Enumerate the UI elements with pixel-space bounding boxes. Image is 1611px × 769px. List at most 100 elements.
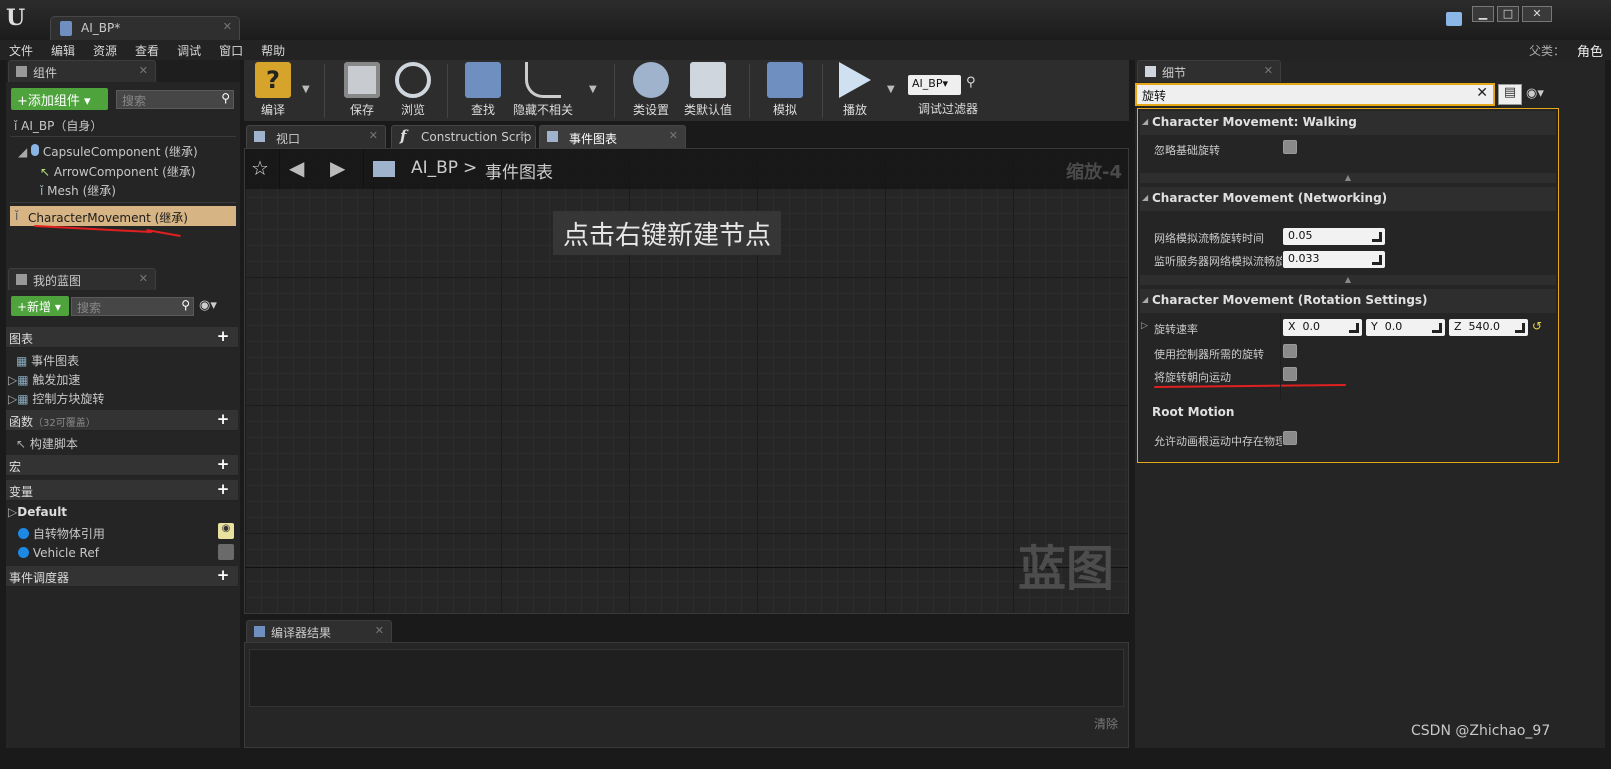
breadcrumb-root[interactable]: AI_BP [411,158,458,178]
component-arrow[interactable]: ↖ ArrowComponent (继承) [40,160,236,180]
tab-viewport[interactable]: 视口 ✕ [246,125,386,148]
visibility-closed-eye-icon[interactable] [218,544,234,560]
parent-class-value[interactable]: 角色 [1577,41,1603,60]
add-graph-icon[interactable]: + [216,329,230,344]
event-dispatchers-section-header[interactable]: 事件调度器 + [6,566,238,587]
save-button[interactable]: 保存 [339,62,385,118]
document-tab[interactable]: AI_BP* ✕ [50,16,240,40]
compile-button[interactable]: ? 编译 [248,62,298,118]
blueprint-search-input[interactable]: 搜索 ⚲ [71,297,194,316]
property-matrix-icon[interactable]: ▤ [1498,84,1522,105]
component-character-movement[interactable]: ǐ CharacterMovement (继承) [10,206,236,226]
expand-arrow-icon[interactable]: ◢ [18,145,27,159]
category-walking[interactable]: ◢ Character Movement: Walking [1140,111,1556,135]
maximize-button[interactable]: □ [1497,6,1519,22]
eye-view-options-icon[interactable]: ◉▾ [1526,86,1544,101]
event-graph-canvas[interactable]: ☆ ◀ ▶ AI_BP > 事件图表 缩放-4 点击右键新建节点 蓝图 [244,148,1129,614]
category-root-motion[interactable]: Root Motion [1140,401,1556,425]
variable-item[interactable]: 自转物体引用 ◉ [18,522,236,542]
input-rotation-y[interactable]: Y 0.0 [1366,319,1445,336]
reset-to-default-icon[interactable]: ↺ [1532,319,1542,333]
clear-button[interactable]: 清除 [1094,715,1118,732]
close-window-button[interactable]: ✕ [1522,6,1552,22]
components-search-input[interactable]: 搜索 ⚲ [116,90,234,109]
component-capsule[interactable]: ◢ CapsuleComponent (继承) [18,140,234,160]
tab-event-graph[interactable]: 事件图表 ✕ [539,125,686,148]
component-self[interactable]: ǐ AI_BP（自身） [14,114,234,134]
collapse-handle-icon[interactable]: ▲ [1140,275,1556,285]
variable-item[interactable]: Vehicle Ref [18,543,236,563]
menu-help[interactable]: 帮助 [252,40,294,59]
find-button[interactable]: 查找 [460,62,506,118]
component-mesh[interactable]: ǐ Mesh (继承) [40,179,236,199]
variables-section-header[interactable]: 变量 + [6,480,238,501]
tab-compiler-results[interactable]: 编译器结果 ✕ [246,620,392,642]
checkbox-orient-to-movement[interactable] [1283,367,1297,381]
close-icon[interactable]: ✕ [669,129,678,142]
variable-group-default[interactable]: ▷Default [8,502,236,522]
input-listen-smooth[interactable]: 0.033 [1283,251,1385,268]
checkbox-ignore-base-rotation[interactable] [1283,140,1297,154]
close-icon[interactable]: ✕ [223,20,232,33]
close-icon[interactable]: ✕ [519,129,528,142]
play-options-dropdown[interactable]: ▼ [887,84,895,95]
checkbox-root-motion-physics[interactable] [1283,431,1297,445]
hide-unrelated-dropdown[interactable]: ▼ [589,84,597,95]
close-icon[interactable]: ✕ [139,64,148,77]
collapse-handle-icon[interactable]: ▲ [1140,173,1556,183]
close-icon[interactable]: ✕ [139,272,148,285]
functions-section-header[interactable]: 函数（32可覆盖） + [6,410,238,431]
menu-file[interactable]: 文件 [0,40,42,59]
menu-asset[interactable]: 资源 [84,40,126,59]
tab-components[interactable]: 组件 ✕ [8,60,156,82]
add-component-button[interactable]: +添加组件 ▾ [11,88,108,110]
tab-construction-script[interactable]: f Construction Scrip ✕ [391,125,536,148]
class-settings-button[interactable]: 类设置 [626,62,676,118]
macros-section-header[interactable]: 宏 + [6,455,238,476]
input-rotation-x[interactable]: X 0.0 [1283,319,1362,336]
tab-details[interactable]: 细节 ✕ [1137,60,1281,82]
menu-view[interactable]: 查看 [126,40,168,59]
tab-my-blueprint[interactable]: 我的蓝图 ✕ [8,268,156,290]
graduation-cap-icon[interactable] [1446,12,1462,26]
graph-item[interactable]: ▦ 事件图表 [16,349,236,369]
forward-arrow-icon[interactable]: ▶ [330,156,345,180]
browse-button[interactable]: 浏览 [390,62,436,118]
menu-edit[interactable]: 编辑 [42,40,84,59]
input-net-smooth-time[interactable]: 0.05 [1283,228,1385,245]
function-item[interactable]: ↖ 构建脚本 [16,432,236,452]
eye-view-options-icon[interactable]: ◉▾ [199,298,217,313]
class-defaults-button[interactable]: 类默认值 [682,62,734,118]
graph-item[interactable]: ▷▦ 控制方块旋转 [8,387,236,407]
expand-arrow-icon[interactable]: ▷ [1141,321,1148,331]
add-macro-icon[interactable]: + [216,457,230,472]
favorite-star-icon[interactable]: ☆ [251,156,269,180]
close-icon[interactable]: ✕ [375,624,384,637]
debug-search-icon[interactable]: ⚲ [966,75,976,90]
back-arrow-icon[interactable]: ◀ [289,156,304,180]
close-icon[interactable]: ✕ [1264,64,1273,77]
add-variable-icon[interactable]: + [216,482,230,497]
expand-arrow-icon[interactable]: ▷ [8,505,17,519]
breadcrumb-leaf[interactable]: 事件图表 [485,158,553,183]
visibility-eye-icon[interactable]: ◉ [218,523,234,539]
minimize-button[interactable]: ▁ [1472,6,1494,22]
category-rotation-settings[interactable]: ◢ Character Movement (Rotation Settings) [1140,289,1556,313]
category-networking[interactable]: ◢ Character Movement (Networking) [1140,187,1556,211]
clear-search-icon[interactable]: ✕ [1476,85,1488,101]
expand-arrow-icon[interactable]: ▷ [8,373,17,387]
compile-options-dropdown[interactable]: ▼ [302,84,310,95]
hide-unrelated-button[interactable]: 隐藏不相关 [512,62,574,118]
graphs-section-header[interactable]: 图表 + [6,327,238,348]
graph-item[interactable]: ▷▦ 触发加速 [8,368,236,388]
compiler-log[interactable] [249,649,1124,707]
simulate-button[interactable]: 模拟 [762,62,808,118]
add-dispatcher-icon[interactable]: + [216,568,230,583]
add-function-icon[interactable]: + [216,412,230,427]
menu-window[interactable]: 窗口 [210,40,252,59]
debug-object-select[interactable]: AI_BP▾ [908,75,961,95]
add-new-button[interactable]: +新增 ▾ [11,296,69,316]
expand-arrow-icon[interactable]: ▷ [8,392,17,406]
input-rotation-z[interactable]: Z 540.0 [1449,319,1528,336]
details-search-input[interactable]: 旋转 ✕ [1135,83,1495,106]
